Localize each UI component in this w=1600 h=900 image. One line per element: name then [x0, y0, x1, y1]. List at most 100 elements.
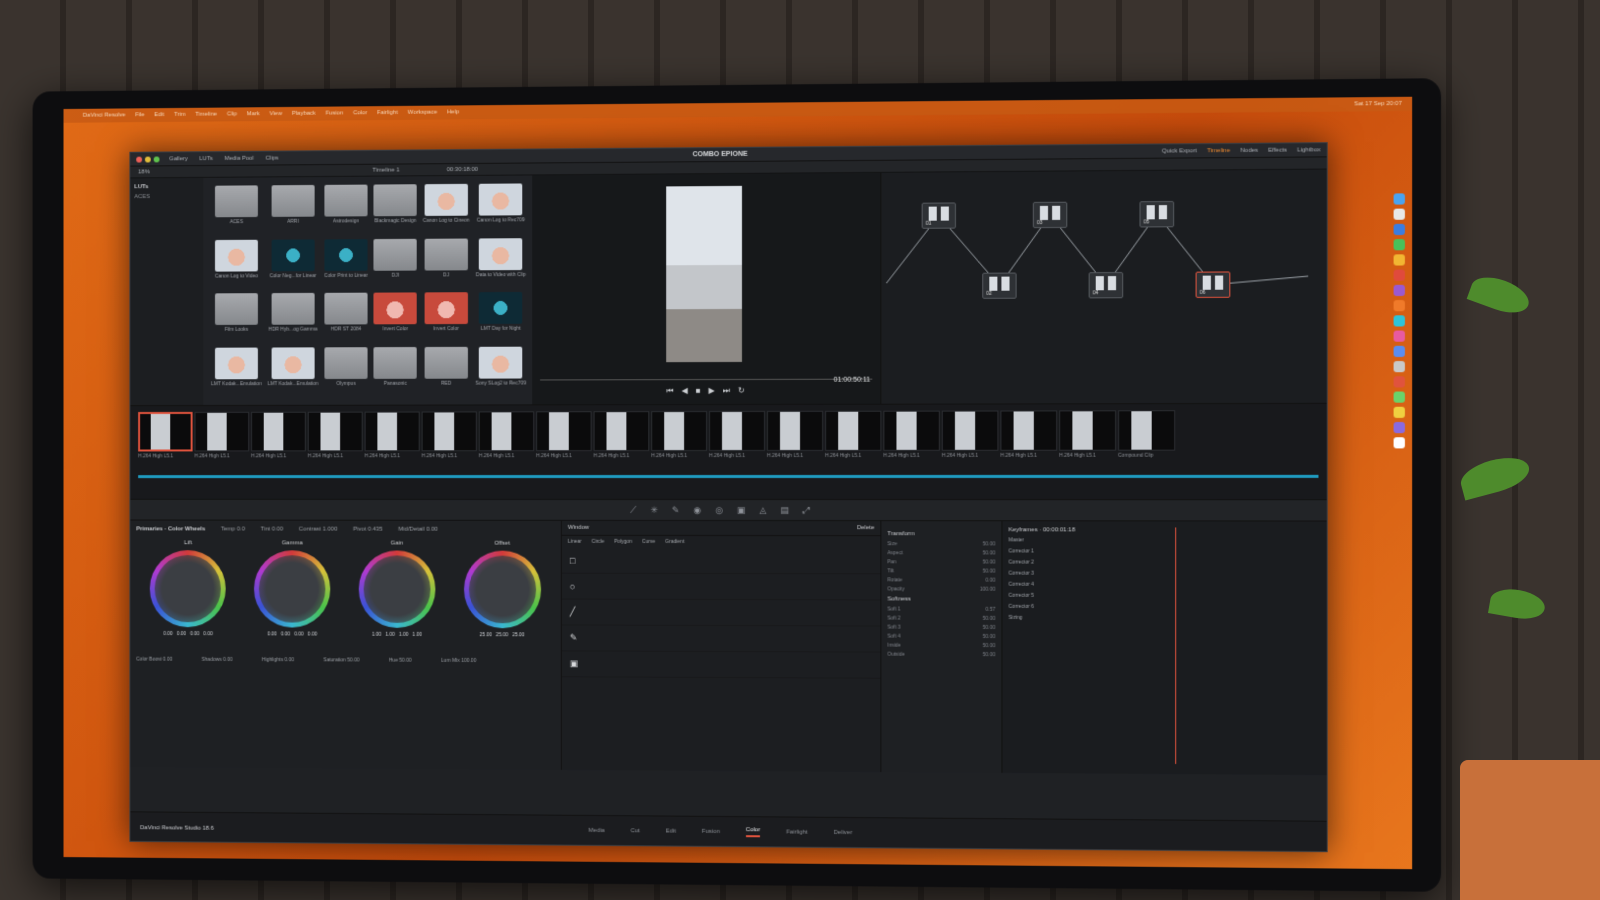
color-wheel-disc[interactable] — [359, 550, 436, 628]
window-shape-row[interactable]: ✎ — [562, 625, 880, 652]
qualifier-icon[interactable]: ✎ — [672, 504, 680, 515]
color-node[interactable]: 05 — [1139, 201, 1174, 227]
menu-item[interactable]: Fairlight — [377, 110, 398, 116]
lut-item[interactable]: Color Print to Linear — [324, 239, 368, 289]
dock-app-icon[interactable] — [1394, 422, 1405, 433]
color-wheel-disc[interactable] — [464, 551, 541, 629]
keyframe-track[interactable]: Corrector 1 — [1009, 548, 1321, 560]
menu-item[interactable]: Clip — [227, 111, 237, 117]
timeline-clip[interactable] — [883, 411, 939, 451]
window-shape-row[interactable]: ╱ — [562, 600, 880, 627]
timeline-selector[interactable]: Timeline 1 — [372, 167, 399, 173]
dock-app-icon[interactable] — [1394, 407, 1405, 418]
keyframe-track[interactable]: Master — [1009, 537, 1321, 549]
menu-item[interactable]: Fusion — [326, 110, 344, 116]
timeline-clip[interactable] — [594, 411, 650, 451]
lut-item[interactable]: DJ — [423, 238, 470, 288]
timeline-clip[interactable] — [1000, 410, 1057, 450]
timeline-clip[interactable] — [536, 411, 591, 451]
panel-toggle[interactable]: Timeline — [1207, 147, 1230, 153]
sizing-icon[interactable]: ⤢ — [803, 505, 810, 516]
wheel-value[interactable]: 0.00 — [190, 631, 199, 637]
loop-icon[interactable]: ↻ — [738, 386, 745, 396]
tint-value[interactable]: 0.00 — [272, 527, 283, 533]
panel-toggle[interactable]: Quick Export — [1162, 148, 1197, 154]
menu-item[interactable]: Edit — [154, 112, 164, 118]
dock-app-icon[interactable] — [1394, 437, 1405, 448]
stop-icon[interactable]: ■ — [696, 386, 701, 396]
skip-forward-icon[interactable]: ⏭ — [723, 386, 730, 396]
lut-item[interactable]: HDR ST 2084 — [324, 293, 368, 343]
bin-header[interactable]: LUTs — [134, 182, 199, 192]
timeline-clip[interactable] — [138, 412, 192, 452]
timeline-clip[interactable] — [195, 412, 250, 452]
timeline-clip[interactable] — [767, 411, 823, 451]
keyframe-track[interactable]: Corrector 3 — [1009, 571, 1321, 583]
shadows-value[interactable]: 0.00 — [223, 657, 232, 663]
window-shape-row[interactable]: □ — [562, 548, 880, 575]
page-tab-color[interactable]: Color — [746, 827, 760, 837]
lut-item[interactable]: Canon Log to Cineon — [423, 184, 470, 234]
dock-app-icon[interactable] — [1394, 346, 1405, 357]
field-value[interactable]: 50.00 — [983, 541, 996, 547]
color-wheel-disc[interactable] — [150, 550, 226, 627]
mini-timeline[interactable] — [138, 463, 1318, 493]
color-node[interactable]: 04 — [1089, 272, 1124, 298]
color-node[interactable]: 01 — [922, 202, 956, 228]
zoom-level[interactable]: 18% — [138, 169, 150, 175]
dock-app-icon[interactable] — [1394, 239, 1405, 250]
keyframe-track[interactable]: Corrector 4 — [1009, 582, 1321, 594]
tracker-icon[interactable]: ◎ — [715, 504, 723, 515]
curves-icon[interactable]: ⟋ — [630, 504, 636, 515]
color-node[interactable]: 06 — [1196, 271, 1231, 297]
timeline-clip[interactable] — [709, 411, 765, 451]
wheel-value[interactable]: 0.00 — [267, 631, 277, 637]
page-tab-media[interactable]: Media — [588, 827, 604, 833]
keyframe-track[interactable]: Sizing — [1009, 615, 1321, 627]
wheel-value[interactable]: 1.00 — [372, 632, 382, 638]
timeline-track[interactable] — [138, 475, 1318, 478]
window-tab[interactable]: LUTs — [199, 156, 212, 162]
play-icon[interactable]: ▶ — [709, 386, 715, 396]
lummix-value[interactable]: 100.00 — [461, 658, 476, 664]
window-tool-curve[interactable]: Curve — [642, 539, 655, 545]
key-icon[interactable]: ▤ — [780, 505, 789, 516]
middetail-value[interactable]: 0.00 — [426, 527, 438, 533]
field-value[interactable]: 100.00 — [980, 587, 995, 593]
close-icon[interactable] — [136, 156, 142, 162]
menu-item[interactable]: File — [135, 112, 144, 118]
pen-window-icon[interactable]: ✎ — [570, 632, 577, 643]
wheel-value[interactable]: 1.00 — [412, 632, 422, 638]
dock-app-icon[interactable] — [1394, 254, 1405, 265]
window-tool-gradient[interactable]: Gradient — [665, 539, 684, 545]
wheel-value[interactable]: 25.00 — [480, 632, 492, 638]
lut-item[interactable]: Blackmagic Design — [374, 184, 417, 234]
gradient-window-icon[interactable]: ▣ — [570, 658, 578, 669]
dock-app-icon[interactable] — [1394, 209, 1405, 220]
wheel-value[interactable]: 0.00 — [294, 631, 304, 637]
lut-item[interactable]: RED — [423, 346, 470, 396]
pivot-value[interactable]: 0.435 — [368, 527, 383, 533]
window-icon[interactable]: ◉ — [693, 504, 701, 515]
dock-app-icon[interactable] — [1394, 300, 1405, 311]
lut-item[interactable]: ACES — [211, 185, 262, 235]
lut-item[interactable]: ARRI — [268, 185, 319, 235]
lut-item[interactable]: Panasonic — [374, 347, 417, 397]
wheel-value[interactable]: 0.00 — [281, 631, 291, 637]
panel-toggle[interactable]: Nodes — [1240, 147, 1258, 153]
field-value[interactable]: 50.00 — [983, 643, 996, 649]
field-value[interactable]: 50.00 — [983, 652, 996, 658]
window-tool-circle[interactable]: Circle — [592, 539, 605, 545]
timeline-clip[interactable] — [825, 411, 881, 451]
timeline-clip[interactable] — [942, 411, 999, 451]
page-tab-edit[interactable]: Edit — [666, 828, 676, 834]
wheel-value[interactable]: 0.00 — [203, 631, 212, 637]
lut-item[interactable]: Olympus — [324, 347, 368, 397]
dock-app-icon[interactable] — [1394, 285, 1405, 296]
wheel-value[interactable]: 25.00 — [496, 632, 508, 638]
lut-item[interactable]: Canon Log to Rec709 — [475, 183, 526, 234]
rectangle-window-icon[interactable]: □ — [570, 555, 575, 565]
menu-item[interactable]: Workspace — [408, 110, 437, 116]
page-tab-fairlight[interactable]: Fairlight — [786, 829, 807, 835]
page-tab-fusion[interactable]: Fusion — [702, 828, 720, 834]
